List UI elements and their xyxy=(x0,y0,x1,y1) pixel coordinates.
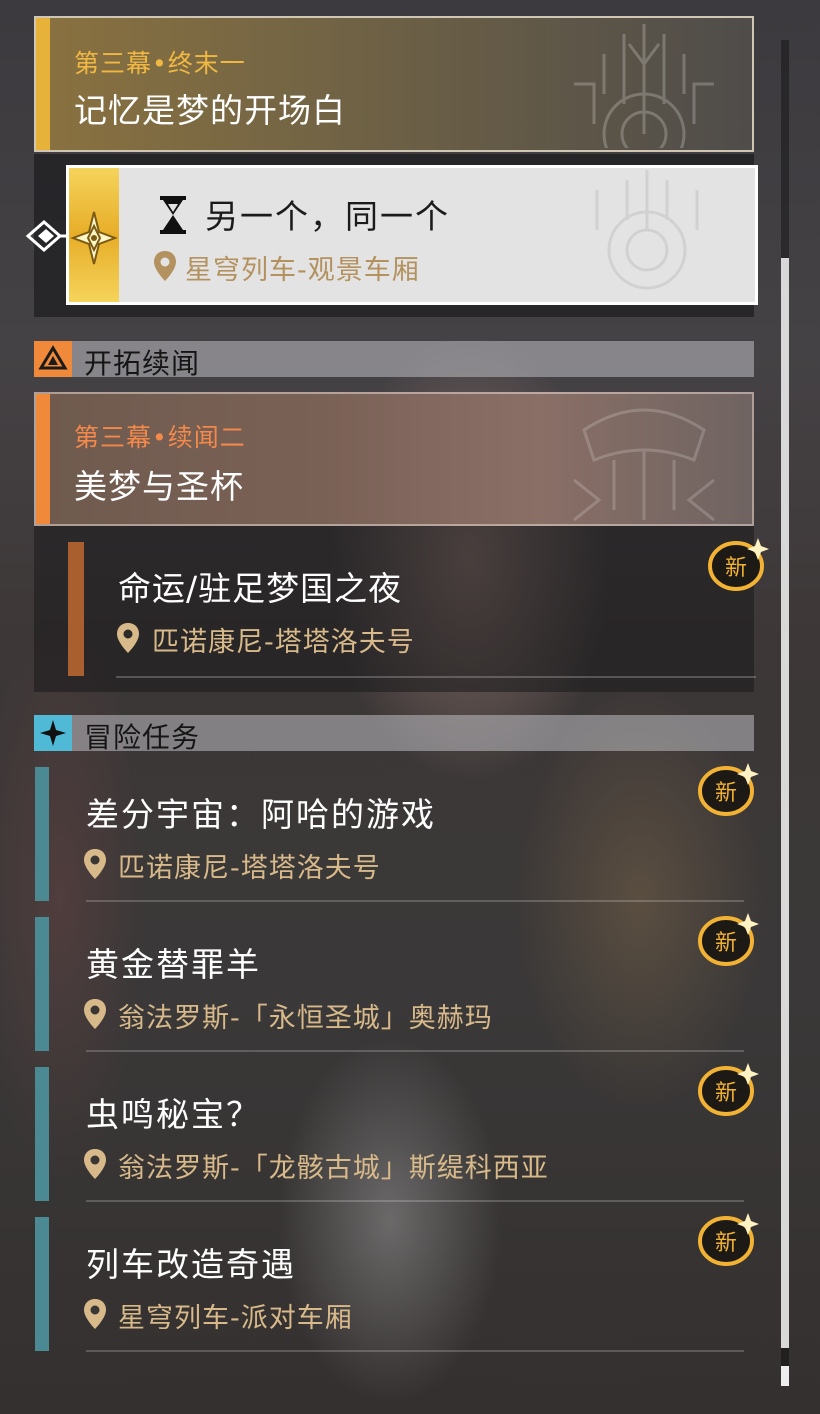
adventure-item-accent-bar xyxy=(35,917,49,1051)
location-pin-icon xyxy=(84,999,106,1029)
companion-quest-title: 美梦与圣杯 xyxy=(74,467,244,506)
adventure-item-title: 虫鸣秘宝？ xyxy=(86,1095,261,1134)
divider xyxy=(86,1200,744,1202)
companion-sub-quest-accent-bar xyxy=(68,542,84,676)
new-badge-label: 新 xyxy=(725,556,747,581)
adventure-item-title: 黄金替罪羊 xyxy=(86,945,261,984)
sub-quest-emblem-icon xyxy=(595,170,699,290)
four-point-star-icon xyxy=(34,715,72,751)
new-badge-label: 新 xyxy=(715,931,737,956)
section-label-companion: 开拓续闻 xyxy=(84,347,201,380)
hourglass-icon xyxy=(160,196,186,234)
selected-indicator-icon xyxy=(25,220,68,252)
adventure-item-title: 差分宇宙：阿哈的游戏 xyxy=(86,795,436,834)
adventure-item-accent-bar xyxy=(35,767,49,901)
location-pin-icon xyxy=(84,1299,106,1329)
main-sub-quest-tag xyxy=(69,168,119,302)
section-label-adventure: 冒险任务 xyxy=(84,721,201,754)
adventure-item-location: 翁法罗斯-「龙骸古城」斯缇科西亚 xyxy=(118,1153,549,1184)
main-quest-accent-bar xyxy=(36,18,50,150)
adventure-item-location: 翁法罗斯-「永恒圣城」奥赫玛 xyxy=(118,1003,493,1034)
adventure-item-accent-bar xyxy=(35,1067,49,1201)
companion-quest-emblem-icon xyxy=(573,408,715,522)
new-badge: 新 xyxy=(698,763,759,816)
main-sub-quest-location: 星穹列车-观景车厢 xyxy=(185,255,420,286)
scrollbar-thumb[interactable] xyxy=(781,258,789,1348)
new-badge-label: 新 xyxy=(715,1081,737,1106)
companion-quest-accent-bar xyxy=(36,394,50,524)
main-sub-quest-title: 另一个，同一个 xyxy=(205,197,450,236)
triangle-emblem-icon xyxy=(34,341,72,377)
new-badge-label: 新 xyxy=(715,1231,737,1256)
companion-sub-quest-location: 匹诺康尼-塔塔洛夫号 xyxy=(152,627,415,658)
divider xyxy=(86,1350,744,1352)
scrollbar-end-cap xyxy=(781,1366,789,1386)
new-badge: 新 xyxy=(698,1063,759,1116)
new-badge: 新 xyxy=(698,1213,759,1266)
section-header-adventure: 冒险任务 xyxy=(34,715,754,754)
main-sub-quest-item[interactable]: 另一个，同一个 星穹列车-观景车厢 xyxy=(66,165,758,305)
main-quest-header[interactable]: 第三幕•终末一 记忆是梦的开场白 xyxy=(34,16,754,152)
location-pin-icon xyxy=(154,251,176,281)
new-badge: 新 xyxy=(698,913,759,966)
new-badge: 新 xyxy=(708,538,769,591)
companion-quest-header[interactable]: 第三幕•续闻二 美梦与圣杯 xyxy=(34,392,754,526)
main-quest-title: 记忆是梦的开场白 xyxy=(74,91,346,130)
section-header-companion: 开拓续闻 xyxy=(34,341,754,380)
divider xyxy=(116,676,756,678)
new-badge-label: 新 xyxy=(715,781,737,806)
compass-star-icon xyxy=(70,211,118,265)
adventure-item-title: 列车改造奇遇 xyxy=(86,1245,296,1284)
companion-sub-quest-title[interactable]: 命运/驻足梦国之夜 xyxy=(118,562,402,610)
location-pin-icon xyxy=(117,623,139,653)
location-pin-icon xyxy=(84,1149,106,1179)
adventure-item-accent-bar xyxy=(35,1217,49,1351)
divider xyxy=(86,900,744,902)
adventure-item-location: 匹诺康尼-塔塔洛夫号 xyxy=(118,853,381,884)
divider xyxy=(86,1050,744,1052)
adventure-item-location: 星穹列车-派对车厢 xyxy=(118,1303,353,1334)
location-pin-icon xyxy=(84,849,106,879)
companion-quest-chapter: 第三幕•续闻二 xyxy=(74,423,246,452)
main-quest-chapter: 第三幕•终末一 xyxy=(74,49,246,78)
main-quest-emblem-icon xyxy=(574,24,714,148)
